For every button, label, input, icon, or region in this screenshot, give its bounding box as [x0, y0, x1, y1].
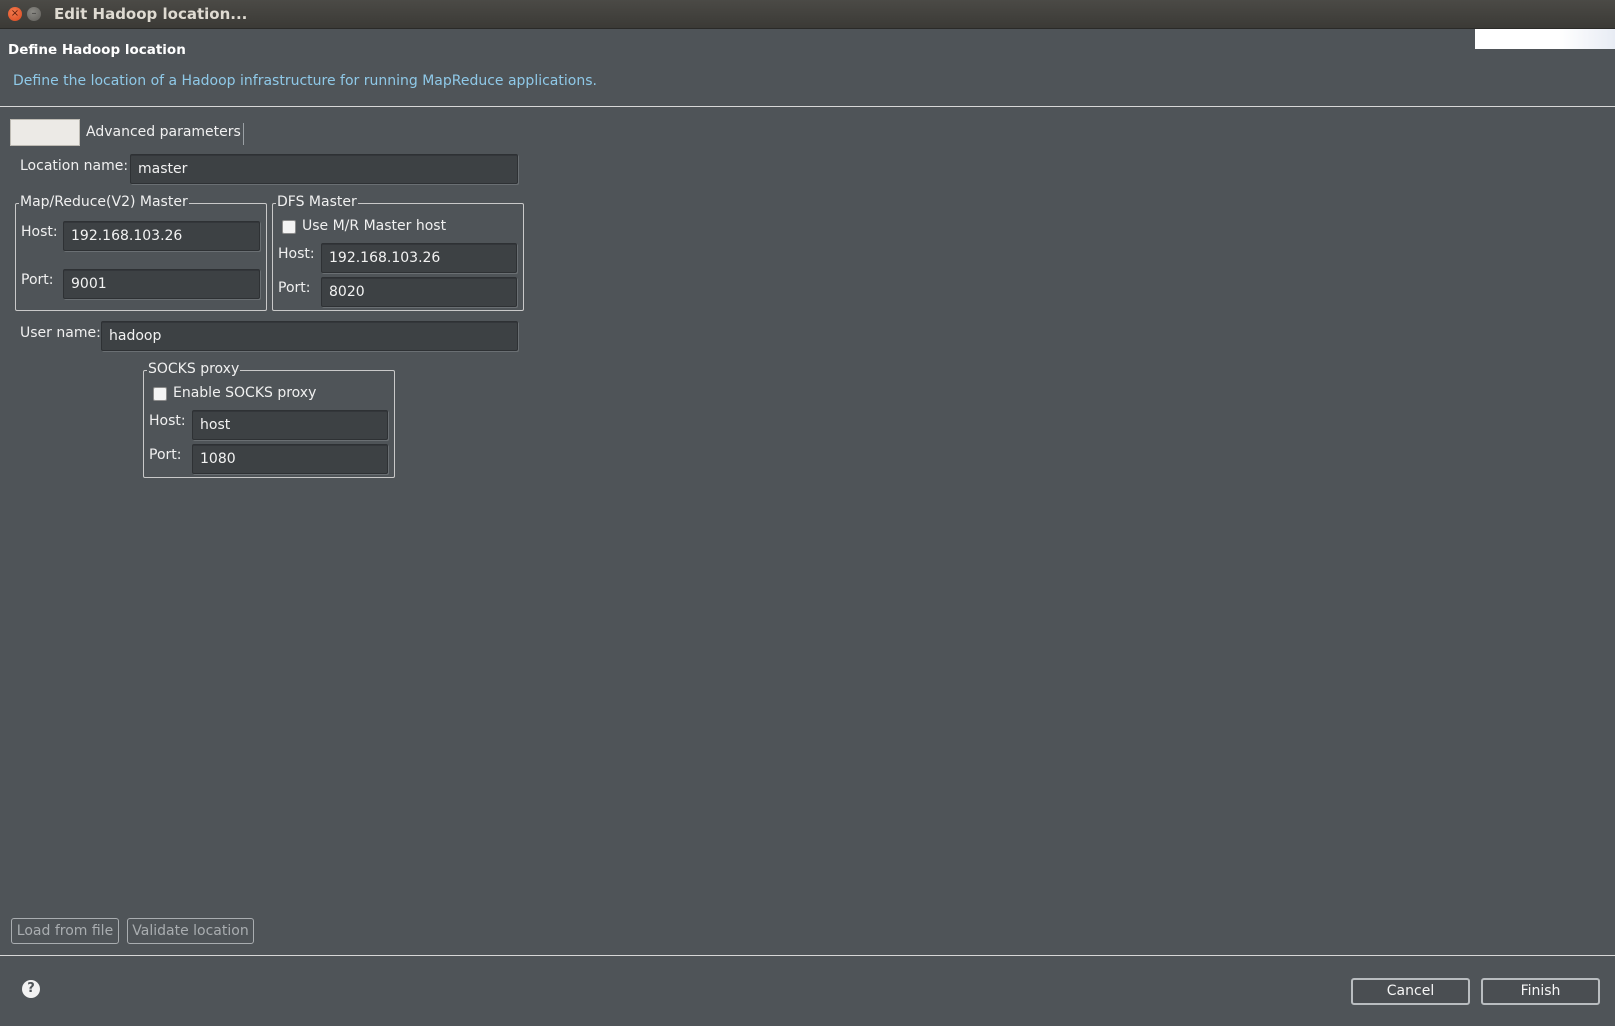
mr-master-legend: Map/Reduce(V2) Master: [19, 194, 189, 210]
page-description: Define the location of a Hadoop infrastr…: [13, 73, 597, 89]
validate-location-button[interactable]: Validate location: [127, 918, 254, 944]
header-banner-image: [1475, 29, 1615, 49]
header-divider: [0, 106, 1615, 107]
dfs-port-input[interactable]: [321, 277, 517, 307]
enable-socks-proxy-label: Enable SOCKS proxy: [173, 385, 317, 401]
finish-button[interactable]: Finish: [1481, 978, 1600, 1005]
window-titlebar: × – Edit Hadoop location...: [0, 0, 1615, 29]
close-icon[interactable]: ×: [8, 7, 22, 21]
tab-separator: [243, 123, 244, 145]
mr-host-label: Host:: [21, 224, 58, 240]
user-name-input[interactable]: [101, 321, 518, 351]
load-from-file-button[interactable]: Load from file: [11, 918, 119, 944]
enable-socks-proxy-checkbox[interactable]: [153, 387, 167, 401]
mr-port-input[interactable]: [63, 269, 260, 299]
dfs-master-legend: DFS Master: [276, 194, 358, 210]
socks-host-label: Host:: [149, 413, 186, 429]
dfs-host-label: Host:: [278, 246, 315, 262]
location-name-label: Location name:: [20, 158, 129, 174]
socks-port-input[interactable]: [192, 444, 388, 474]
footer-divider: [0, 955, 1615, 956]
tab-advanced-parameters[interactable]: Advanced parameters: [86, 124, 241, 140]
cancel-button[interactable]: Cancel: [1351, 978, 1470, 1005]
user-name-label: User name:: [20, 325, 101, 341]
dfs-port-label: Port:: [278, 280, 311, 296]
socks-port-label: Port:: [149, 447, 182, 463]
tab-general[interactable]: [10, 119, 80, 146]
minimize-icon[interactable]: –: [27, 7, 41, 21]
mr-port-label: Port:: [21, 272, 54, 288]
help-icon[interactable]: ?: [22, 980, 40, 998]
mr-host-input[interactable]: [63, 221, 260, 251]
dfs-host-input[interactable]: [321, 243, 517, 273]
use-mr-master-host-checkbox[interactable]: [282, 220, 296, 234]
page-title: Define Hadoop location: [8, 42, 186, 58]
socks-proxy-legend: SOCKS proxy: [147, 361, 241, 377]
socks-host-input[interactable]: [192, 410, 388, 440]
window-title: Edit Hadoop location...: [54, 5, 248, 23]
use-mr-master-host-label: Use M/R Master host: [302, 218, 447, 234]
location-name-input[interactable]: [130, 154, 518, 184]
